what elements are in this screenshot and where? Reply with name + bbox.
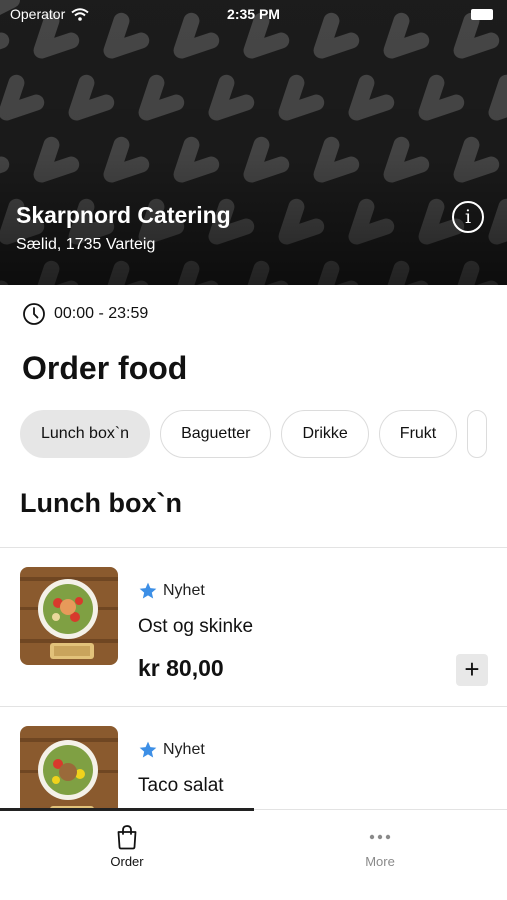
plus-icon: + xyxy=(464,654,480,684)
product-price: kr 80,00 xyxy=(138,655,224,681)
tab-baguetter[interactable]: Baguetter xyxy=(160,410,272,458)
category-tabs: Lunch box`n Baguetter Drikke Frukt xyxy=(20,410,507,460)
product-name: Taco salat xyxy=(138,775,224,796)
tab-drikke[interactable]: Drikke xyxy=(281,410,369,458)
tab-label: Drikke xyxy=(302,425,348,442)
tab-frukt[interactable]: Frukt xyxy=(378,410,458,458)
nav-label: Order xyxy=(110,854,144,869)
clock-icon xyxy=(23,303,45,325)
more-dots-icon xyxy=(369,834,391,840)
product-card[interactable]: Nyhet Ost og skinke kr 80,00 + xyxy=(0,548,507,706)
opening-hours: 00:00 - 23:59 xyxy=(22,302,148,326)
tab-label: Frukt xyxy=(399,425,437,442)
status-time: 2:35 PM xyxy=(227,6,280,22)
venue-address: Sælid, 1735 Varteig xyxy=(16,236,156,253)
tab-lunch-box[interactable]: Lunch box`n xyxy=(20,410,151,458)
add-to-cart-button[interactable]: + xyxy=(456,654,488,686)
product-card[interactable]: Nyhet Taco salat xyxy=(0,707,507,809)
tab-indicator xyxy=(0,808,254,811)
battery-icon xyxy=(471,9,493,20)
star-icon xyxy=(139,582,157,599)
product-image xyxy=(20,726,118,809)
star-icon xyxy=(139,741,157,758)
product-badge: Nyhet xyxy=(138,740,205,760)
badge-label: Nyhet xyxy=(163,582,205,599)
shopping-bag-icon xyxy=(117,825,137,850)
tab-label: Baguetter xyxy=(181,425,251,442)
hero-banner: Operator 2:35 PM Skarpnord Catering Sæli… xyxy=(0,0,507,285)
nav-more[interactable]: More xyxy=(253,824,507,869)
nav-order[interactable]: Order xyxy=(0,824,254,869)
section-title: Lunch box`n xyxy=(20,488,182,518)
nav-label: More xyxy=(365,854,395,869)
info-button[interactable]: i xyxy=(452,201,484,233)
badge-label: Nyhet xyxy=(163,741,205,758)
tab-overflow[interactable] xyxy=(467,410,488,458)
venue-name: Skarpnord Catering xyxy=(16,202,231,228)
opening-hours-text: 00:00 - 23:59 xyxy=(54,305,149,322)
status-bar: Operator 2:35 PM xyxy=(0,0,507,28)
product-badge: Nyhet xyxy=(138,581,205,601)
bottom-tab-bar: Order More xyxy=(0,808,507,900)
page-title: Order food xyxy=(22,350,188,386)
product-image xyxy=(20,567,118,665)
tab-label: Lunch box`n xyxy=(41,425,130,442)
product-name: Ost og skinke xyxy=(138,616,254,637)
info-icon: i xyxy=(464,206,472,228)
